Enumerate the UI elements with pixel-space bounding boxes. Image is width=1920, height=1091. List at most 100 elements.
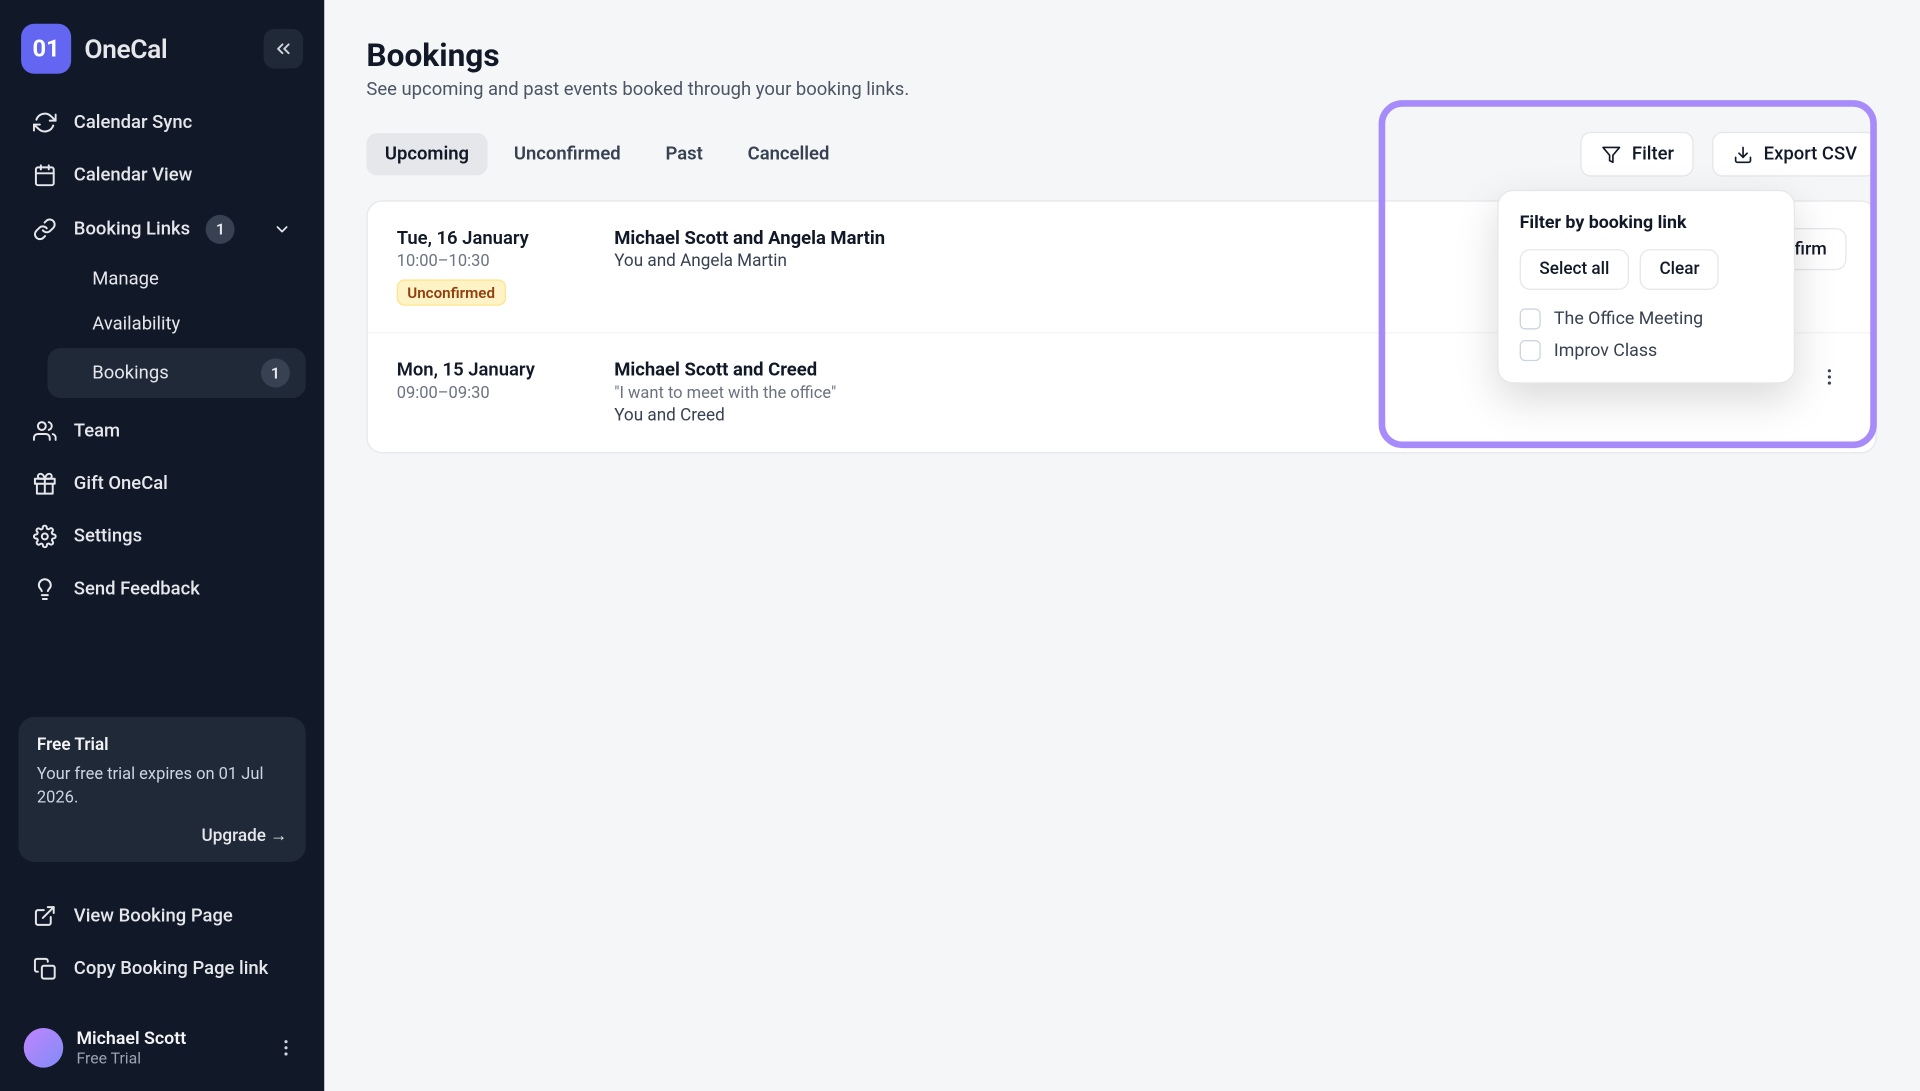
sidebar-item-label: Availability — [92, 314, 180, 335]
sidebar-item-gift[interactable]: Gift OneCal — [18, 459, 305, 509]
sidebar-item-label: Send Feedback — [74, 579, 200, 600]
export-csv-button[interactable]: Export CSV — [1712, 132, 1877, 177]
booking-when: Mon, 15 January 09:00–09:30 — [397, 360, 575, 403]
user-menu-button[interactable] — [272, 1033, 301, 1062]
sidebar-item-team[interactable]: Team — [18, 406, 305, 456]
sidebar-item-label: Gift OneCal — [74, 473, 168, 494]
upgrade-link[interactable]: Upgrade → — [37, 825, 287, 846]
sidebar-item-calendar-view[interactable]: Calendar View — [18, 150, 305, 200]
sidebar-item-feedback[interactable]: Send Feedback — [18, 564, 305, 614]
filter-icon — [1600, 144, 1621, 165]
users-icon — [32, 418, 58, 444]
sidebar-item-settings[interactable]: Settings — [18, 511, 305, 561]
logo[interactable]: 01 OneCal — [21, 24, 167, 74]
sidebar-header: 01 OneCal — [18, 24, 305, 74]
collapse-sidebar-button[interactable] — [264, 29, 304, 69]
page-subtitle: See upcoming and past events booked thro… — [366, 79, 1876, 100]
filter-option-label: Improv Class — [1554, 340, 1657, 361]
logo-text: OneCal — [84, 33, 167, 65]
checkbox-icon — [1520, 308, 1541, 329]
booking-time: 10:00–10:30 — [397, 252, 575, 272]
lightbulb-icon — [32, 576, 58, 602]
tab-past[interactable]: Past — [647, 133, 721, 175]
link-icon — [32, 216, 58, 242]
filter-popover-heading: Filter by booking link — [1520, 212, 1773, 233]
chevrons-left-icon — [273, 38, 294, 59]
filter-option-label: The Office Meeting — [1554, 308, 1703, 329]
toolbar-actions: Filter Export CSV Filter by booking link… — [1581, 132, 1877, 177]
chevron-down-icon — [272, 219, 293, 240]
booking-title: Michael Scott and Creed — [614, 360, 836, 381]
sidebar-item-label: Calendar View — [74, 165, 192, 186]
sidebar-item-availability[interactable]: Availability — [47, 303, 305, 345]
booking-date: Tue, 16 January — [397, 228, 575, 249]
gift-icon — [32, 471, 58, 497]
trial-box: Free Trial Your free trial expires on 01… — [18, 717, 305, 862]
user-info: Michael Scott Free Trial — [76, 1028, 258, 1068]
sidebar: 01 OneCal Calendar Sync Calendar Vi — [0, 0, 324, 1091]
user-row: Michael Scott Free Trial — [18, 1020, 305, 1075]
user-name: Michael Scott — [76, 1028, 258, 1049]
filter-option[interactable]: The Office Meeting — [1520, 308, 1773, 329]
sidebar-item-label: Settings — [74, 526, 142, 547]
logo-mark: 01 — [21, 24, 71, 74]
sidebar-item-calendar-sync[interactable]: Calendar Sync — [18, 98, 305, 148]
status-badge: Unconfirmed — [397, 279, 506, 305]
booking-info: Michael Scott and Angela Martin You and … — [614, 228, 885, 271]
tab-unconfirmed[interactable]: Unconfirmed — [495, 133, 639, 175]
filter-popover-buttons: Select all Clear — [1520, 249, 1773, 290]
sidebar-item-label: Manage — [92, 269, 159, 290]
clear-button[interactable]: Clear — [1640, 249, 1720, 290]
bookings-count-badge: 1 — [261, 358, 290, 387]
sidebar-item-booking-links[interactable]: Booking Links 1 — [18, 203, 305, 256]
sidebar-item-label: Booking Links — [74, 219, 190, 240]
booking-attendees: You and Creed — [614, 406, 836, 426]
booking-attendees: You and Angela Martin — [614, 252, 885, 272]
booking-links-subnav: Manage Availability Bookings 1 — [47, 258, 305, 398]
gear-icon — [32, 523, 58, 549]
user-plan: Free Trial — [76, 1049, 258, 1067]
view-booking-page-link[interactable]: View Booking Page — [18, 891, 305, 941]
copy-icon — [32, 956, 58, 982]
sidebar-item-label: Calendar Sync — [74, 112, 192, 133]
download-icon — [1732, 144, 1753, 165]
calendar-icon — [32, 162, 58, 188]
trial-title: Free Trial — [37, 735, 287, 755]
bottom-links: View Booking Page Copy Booking Page link — [18, 891, 305, 994]
filter-popover: Filter by booking link Select all Clear … — [1497, 190, 1795, 384]
row-more-button[interactable] — [1812, 360, 1846, 394]
tabs: Upcoming Unconfirmed Past Cancelled — [366, 133, 847, 175]
booking-title: Michael Scott and Angela Martin — [614, 228, 885, 249]
page-title: Bookings — [366, 37, 1876, 74]
export-label: Export CSV — [1764, 144, 1857, 165]
booking-links-count-badge: 1 — [206, 215, 235, 244]
sync-icon — [32, 109, 58, 135]
booking-row-actions — [1812, 360, 1846, 394]
sidebar-item-label: Copy Booking Page link — [74, 958, 269, 979]
external-link-icon — [32, 903, 58, 929]
avatar[interactable] — [24, 1028, 64, 1068]
tab-cancelled[interactable]: Cancelled — [729, 133, 848, 175]
booking-note: "I want to meet with the office" — [614, 384, 836, 404]
sidebar-item-bookings[interactable]: Bookings 1 — [47, 348, 305, 398]
filter-label: Filter — [1632, 144, 1674, 165]
sidebar-item-manage[interactable]: Manage — [47, 258, 305, 300]
checkbox-icon — [1520, 340, 1541, 361]
sidebar-item-label: Team — [74, 420, 120, 441]
sidebar-item-label: View Booking Page — [74, 905, 233, 926]
sidebar-item-label: Bookings — [92, 362, 168, 383]
toolbar: Upcoming Unconfirmed Past Cancelled Filt… — [366, 132, 1876, 177]
trial-body: Your free trial expires on 01 Jul 2026. — [37, 763, 287, 809]
tab-upcoming[interactable]: Upcoming — [366, 133, 487, 175]
booking-date: Mon, 15 January — [397, 360, 575, 381]
booking-info: Michael Scott and Creed "I want to meet … — [614, 360, 836, 426]
filter-button[interactable]: Filter — [1581, 132, 1694, 177]
booking-time: 09:00–09:30 — [397, 384, 575, 404]
primary-nav: Calendar Sync Calendar View Booking Link… — [18, 98, 305, 615]
filter-option[interactable]: Improv Class — [1520, 340, 1773, 361]
main: Bookings See upcoming and past events bo… — [324, 0, 1919, 1091]
copy-booking-page-link[interactable]: Copy Booking Page link — [18, 944, 305, 994]
booking-when: Tue, 16 January 10:00–10:30 Unconfirmed — [397, 228, 575, 306]
filter-options: The Office Meeting Improv Class — [1520, 308, 1773, 361]
select-all-button[interactable]: Select all — [1520, 249, 1630, 290]
